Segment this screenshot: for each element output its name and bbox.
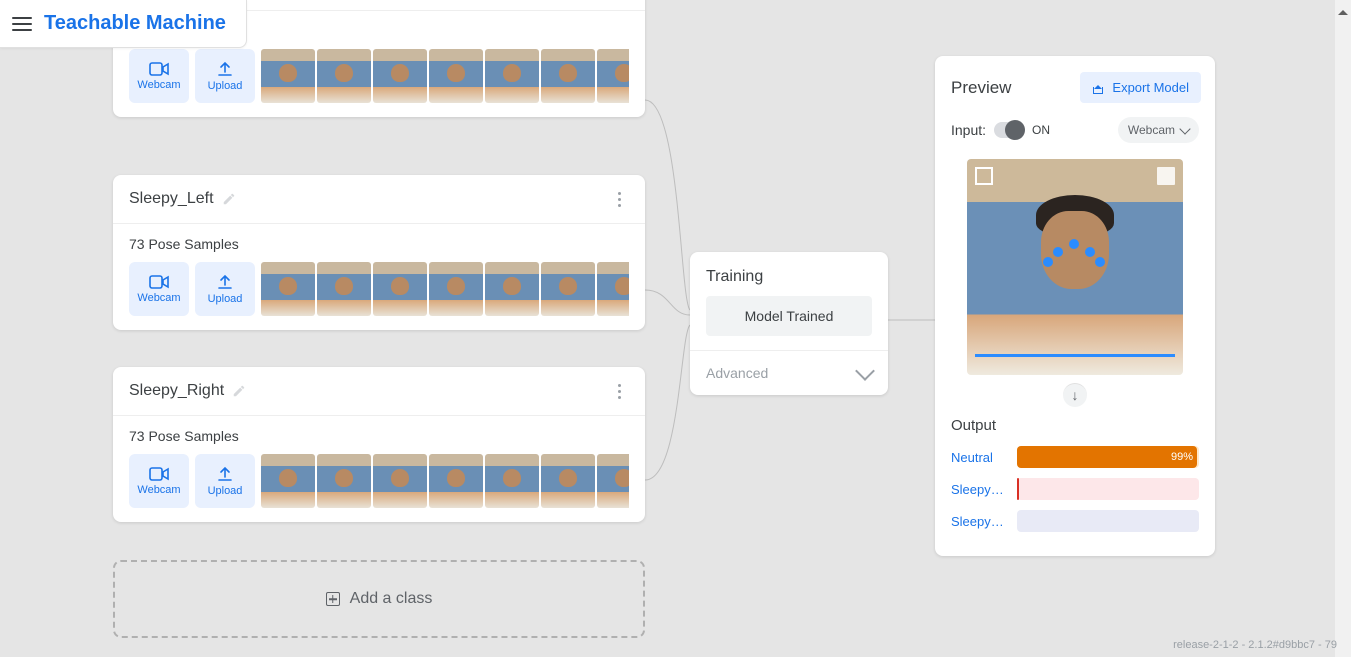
export-model-button[interactable]: Export Model: [1080, 72, 1201, 103]
output-row-sleepy-right: Sleepy…: [951, 510, 1199, 532]
output-title: Output: [951, 417, 1199, 434]
sample-thumbnails[interactable]: [261, 262, 629, 316]
webcam-label: Webcam: [137, 79, 180, 91]
preview-title: Preview: [951, 78, 1011, 98]
class-menu-icon[interactable]: [609, 381, 629, 401]
output-label: Neutral: [951, 450, 1007, 465]
webcam-button[interactable]: Webcam: [129, 262, 189, 316]
output-row-sleepy-left: Sleepy…: [951, 478, 1199, 500]
training-panel: Training Model Trained Advanced: [690, 252, 888, 395]
upload-icon: [217, 61, 233, 77]
class-menu-icon[interactable]: [609, 189, 629, 209]
output-label: Sleepy…: [951, 482, 1007, 497]
class-title[interactable]: Sleepy_Right: [129, 382, 246, 400]
scroll-up-icon: [1338, 2, 1348, 12]
version-footer: release-2-1-2 - 2.1.2#d9bbc7 - 79: [1173, 639, 1337, 651]
plus-icon: [326, 592, 340, 606]
class-name-text: Sleepy_Right: [129, 382, 224, 400]
export-label: Export Model: [1112, 80, 1189, 95]
crop-icon[interactable]: [975, 167, 993, 185]
upload-button[interactable]: Upload: [195, 262, 255, 316]
add-class-button[interactable]: Add a class: [113, 560, 645, 638]
chevron-down-icon: [1179, 123, 1190, 134]
add-class-label: Add a class: [350, 590, 433, 608]
input-source-label: Webcam: [1128, 123, 1175, 137]
upload-button[interactable]: Upload: [195, 49, 255, 103]
upload-label: Upload: [208, 80, 243, 92]
app-header: Teachable Machine: [0, 0, 247, 48]
sample-thumbnails[interactable]: [261, 454, 629, 508]
upload-label: Upload: [208, 293, 243, 305]
window-scrollbar[interactable]: [1335, 0, 1351, 657]
advanced-toggle[interactable]: Advanced: [690, 350, 888, 395]
output-label: Sleepy…: [951, 514, 1007, 529]
preview-panel: Preview Export Model Input: ON Webcam ↓ …: [935, 56, 1215, 556]
webcam-button[interactable]: Webcam: [129, 49, 189, 103]
upload-icon: [217, 274, 233, 290]
flip-icon[interactable]: [1157, 167, 1175, 185]
app-title[interactable]: Teachable Machine: [44, 12, 226, 35]
input-label: Input:: [951, 122, 986, 138]
advanced-label: Advanced: [706, 365, 768, 381]
chevron-down-icon: [855, 361, 875, 381]
upload-button[interactable]: Upload: [195, 454, 255, 508]
output-bar: [1017, 478, 1199, 500]
training-title: Training: [690, 252, 888, 296]
webcam-icon: [149, 275, 169, 289]
output-bar: [1017, 510, 1199, 532]
menu-icon[interactable]: [12, 17, 32, 31]
sample-count: 73 Pose Samples: [129, 236, 629, 252]
webcam-label: Webcam: [137, 292, 180, 304]
webcam-icon: [149, 62, 169, 76]
webcam-preview: [967, 159, 1183, 375]
train-model-button[interactable]: Model Trained: [706, 296, 872, 336]
upload-label: Upload: [208, 485, 243, 497]
upload-icon: [217, 466, 233, 482]
webcam-icon: [149, 467, 169, 481]
output-pct: 99%: [1171, 451, 1193, 463]
input-source-select[interactable]: Webcam: [1118, 117, 1199, 143]
sample-count: 73 Pose Samples: [129, 428, 629, 444]
scroll-down-button[interactable]: ↓: [1063, 383, 1087, 407]
class-card-sleepy-left: Sleepy_Left 73 Pose Samples Webcam Uploa…: [113, 175, 645, 330]
export-icon: [1092, 82, 1104, 94]
class-title[interactable]: Sleepy_Left: [129, 190, 236, 208]
class-card-sleepy-right: Sleepy_Right 73 Pose Samples Webcam Uplo…: [113, 367, 645, 522]
webcam-button[interactable]: Webcam: [129, 454, 189, 508]
edit-icon[interactable]: [222, 192, 236, 206]
toggle-state: ON: [1032, 123, 1050, 137]
output-row-neutral: Neutral 99%: [951, 446, 1199, 468]
edit-icon[interactable]: [232, 384, 246, 398]
output-bar: 99%: [1017, 446, 1199, 468]
class-name-text: Sleepy_Left: [129, 190, 214, 208]
webcam-label: Webcam: [137, 484, 180, 496]
sample-thumbnails[interactable]: [261, 49, 629, 103]
input-toggle[interactable]: [994, 122, 1024, 138]
